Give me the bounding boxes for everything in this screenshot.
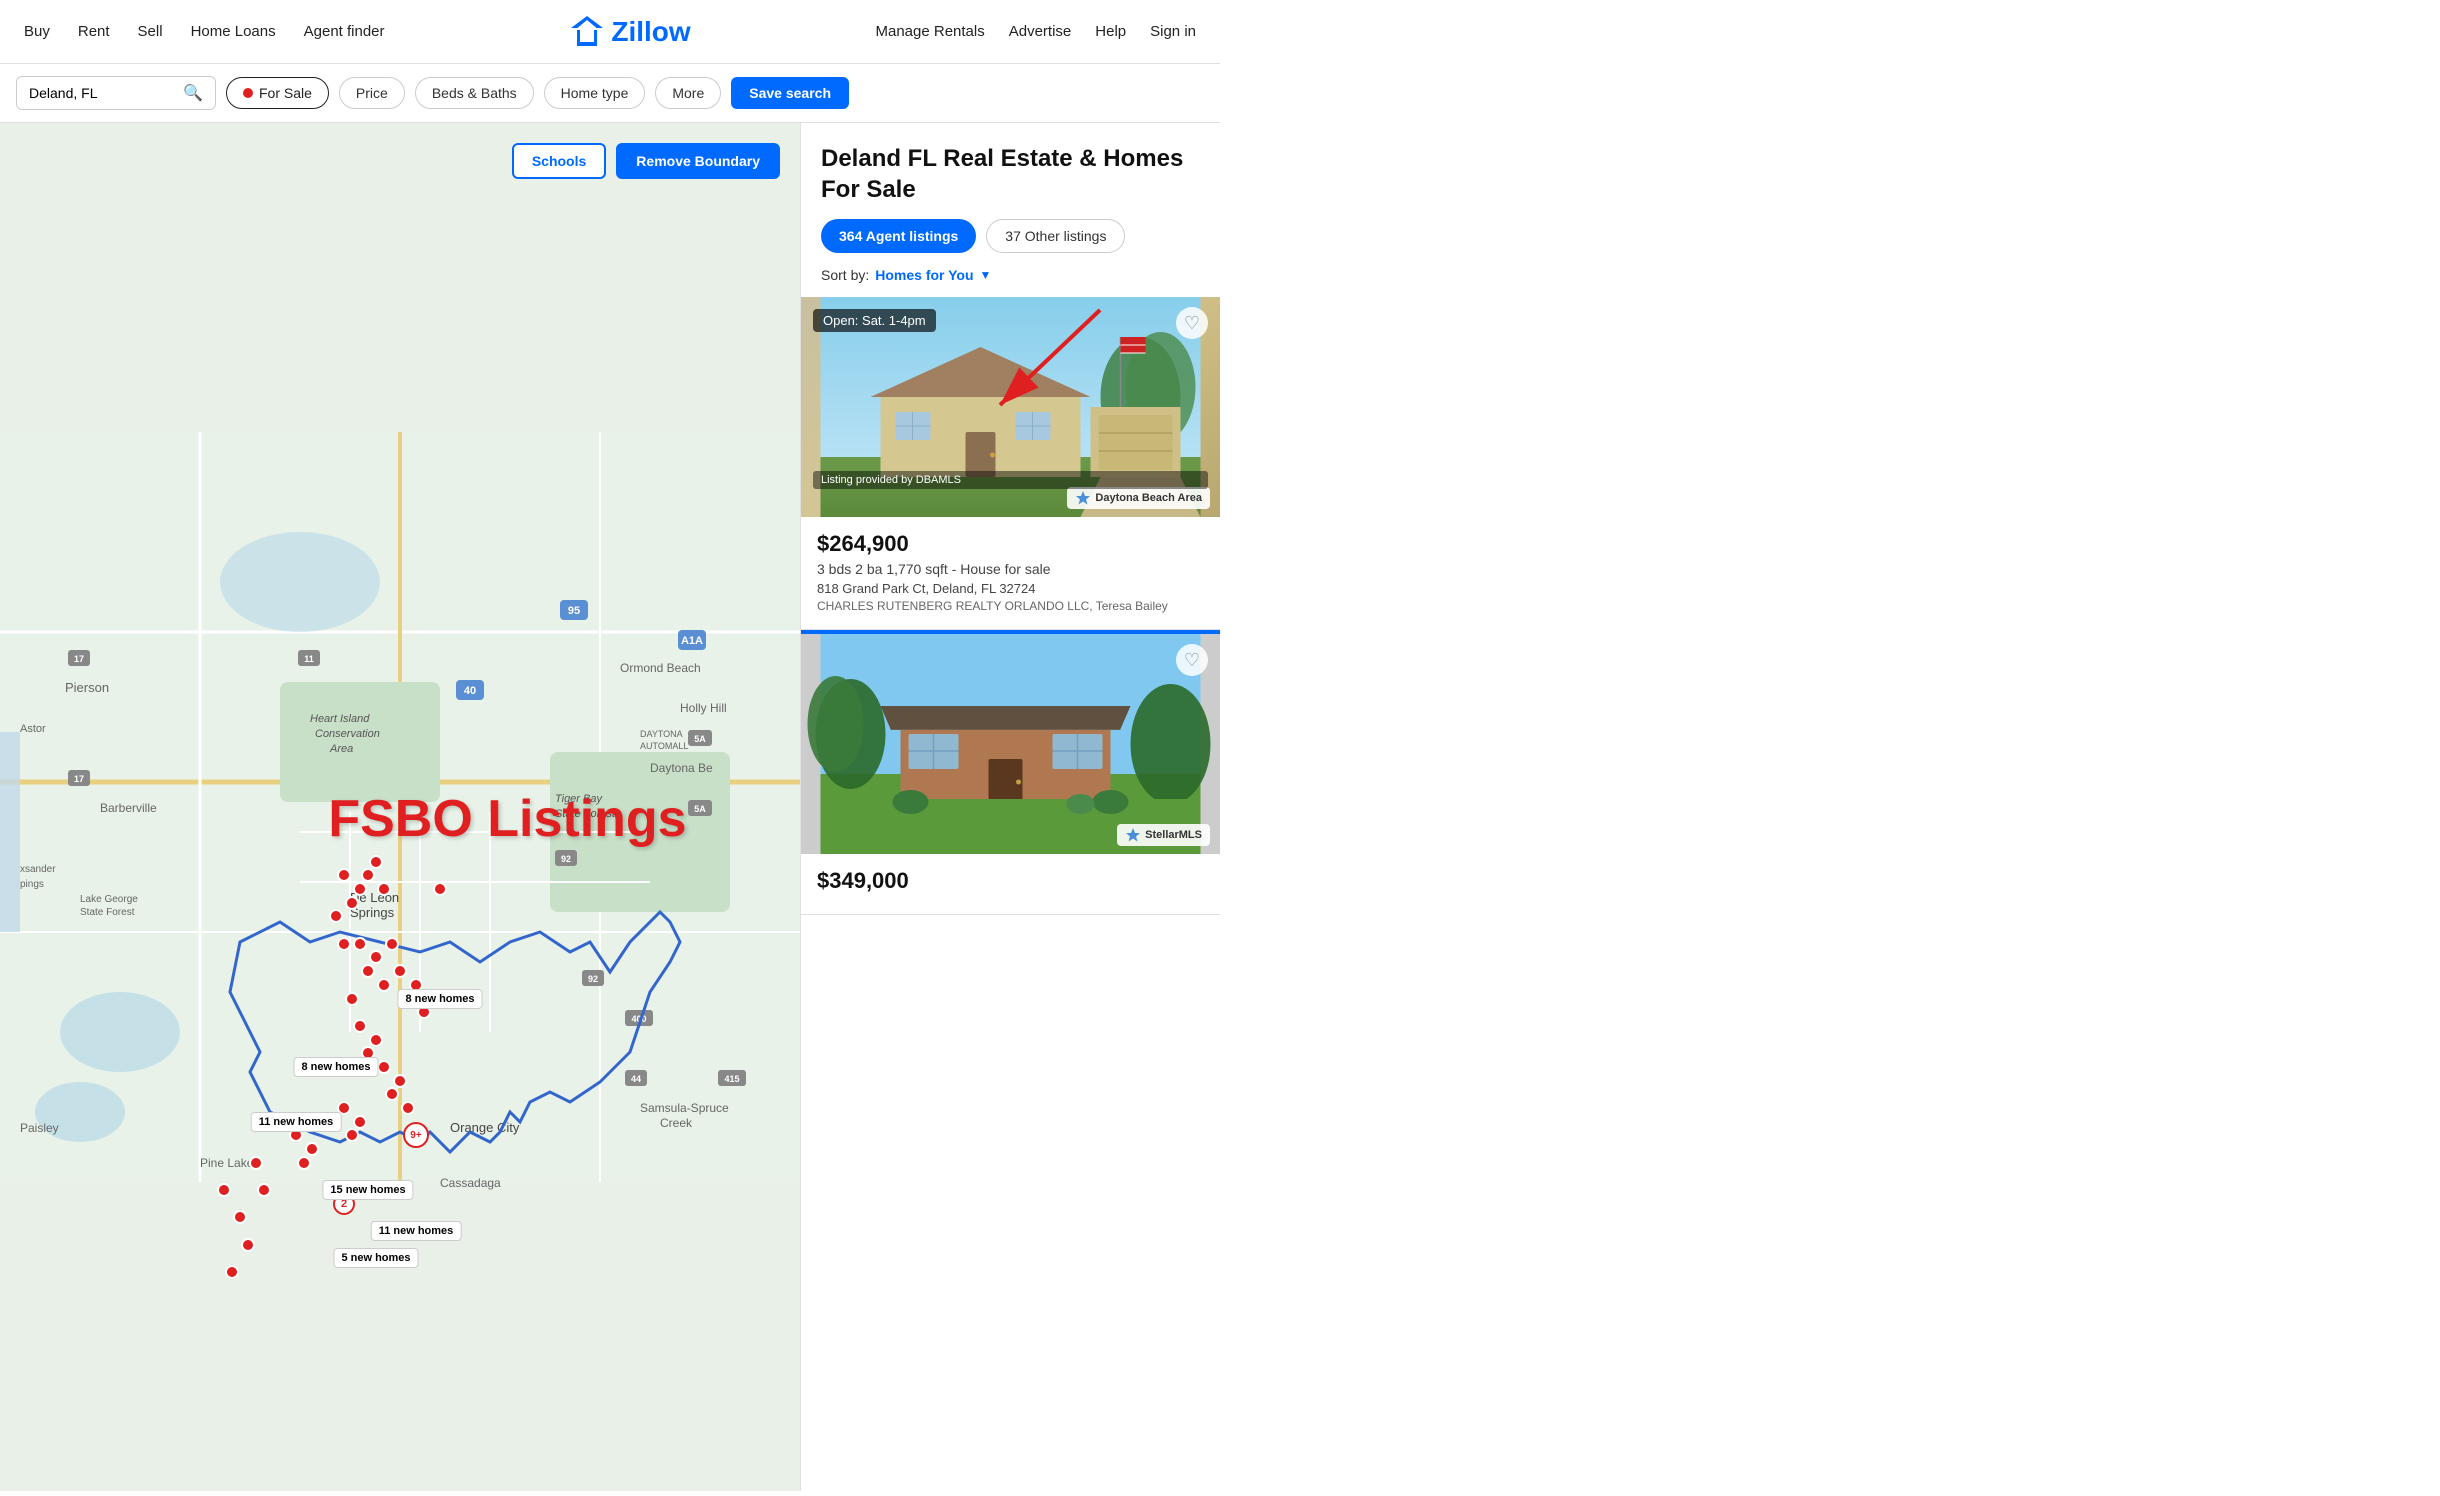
listing-card-1: Open: Sat. 1-4pm ♡ Daytona Beach Area Li… bbox=[801, 297, 1220, 630]
mls-logo-icon-2 bbox=[1125, 827, 1141, 843]
more-button[interactable]: More bbox=[655, 77, 721, 109]
schools-button[interactable]: Schools bbox=[512, 143, 606, 179]
mls-name-2: StellarMLS bbox=[1145, 829, 1202, 841]
baths-1: 2 bbox=[855, 561, 863, 577]
remove-boundary-button[interactable]: Remove Boundary bbox=[616, 143, 780, 179]
beds-1: 3 bbox=[817, 561, 825, 577]
search-input[interactable] bbox=[29, 85, 175, 101]
nav-buy[interactable]: Buy bbox=[24, 23, 50, 40]
search-box[interactable]: 🔍 bbox=[16, 76, 216, 110]
main-content: 95 40 A1A Pierson Astor Barberville Hear… bbox=[0, 123, 1220, 1491]
card-body-1: $264,900 3 bds 2 ba 1,770 sqft - House f… bbox=[801, 517, 1220, 629]
card-agent-1: CHARLES RUTENBERG REALTY ORLANDO LLC, Te… bbox=[817, 599, 1204, 613]
mls-name-1: Daytona Beach Area bbox=[1095, 492, 1202, 504]
nav-rent[interactable]: Rent bbox=[78, 23, 110, 40]
top-nav: Buy Rent Sell Home Loans Agent finder Zi… bbox=[0, 0, 1220, 64]
map-label-11new1[interactable]: 11 new homes bbox=[251, 1112, 342, 1132]
nav-help[interactable]: Help bbox=[1095, 23, 1126, 40]
nav-right: Manage Rentals Advertise Help Sign in bbox=[876, 23, 1197, 40]
zillow-logo-icon bbox=[569, 14, 605, 50]
for-sale-button[interactable]: For Sale bbox=[226, 77, 329, 109]
sqft-1: 1,770 bbox=[886, 561, 921, 577]
nav-logo[interactable]: Zillow bbox=[569, 14, 690, 50]
save-search-button[interactable]: Save search bbox=[731, 77, 849, 109]
map-label-8new1[interactable]: 8 new homes bbox=[397, 989, 482, 1009]
card-address-1: 818 Grand Park Ct, Deland, FL 32724 bbox=[817, 581, 1204, 596]
sale-dot-icon bbox=[243, 88, 253, 98]
listing-tabs: 364 Agent listings 37 Other listings bbox=[821, 219, 1200, 253]
agent-count: 364 bbox=[839, 228, 866, 244]
card-image-1[interactable]: Open: Sat. 1-4pm ♡ Daytona Beach Area Li… bbox=[801, 297, 1220, 517]
mls-logo-1: Daytona Beach Area bbox=[1067, 487, 1210, 509]
card-image-2[interactable]: ♡ StellarMLS bbox=[801, 634, 1220, 854]
listing-card-2: ♡ StellarMLS $349,000 bbox=[801, 634, 1220, 915]
price-button[interactable]: Price bbox=[339, 77, 405, 109]
mls-logo-icon-1 bbox=[1075, 490, 1091, 506]
card-price-1: $264,900 bbox=[817, 531, 1204, 557]
zillow-logo-text: Zillow bbox=[611, 16, 690, 48]
other-listings-tab[interactable]: 37 Other listings bbox=[986, 219, 1125, 253]
card-img-house-2 bbox=[801, 634, 1220, 854]
nav-advertise[interactable]: Advertise bbox=[1009, 23, 1072, 40]
filter-bar: 🔍 For Sale Price Beds & Baths Home type … bbox=[0, 64, 1220, 123]
agent-listings-tab[interactable]: 364 Agent listings bbox=[821, 219, 976, 253]
cluster-badge-9[interactable]: 9+ bbox=[403, 1122, 429, 1148]
map-pins: 2 9+ bbox=[0, 123, 800, 1491]
sort-row: Sort by: Homes for You ▼ bbox=[821, 267, 1200, 283]
nav-home-loans[interactable]: Home Loans bbox=[191, 23, 276, 40]
card-price-2: $349,000 bbox=[817, 868, 1204, 894]
nav-manage-rentals[interactable]: Manage Rentals bbox=[876, 23, 985, 40]
map-label-5new[interactable]: 5 new homes bbox=[333, 1248, 418, 1268]
map-overlay-buttons: Schools Remove Boundary bbox=[512, 143, 780, 179]
house-svg-2 bbox=[801, 634, 1220, 854]
map-container: 95 40 A1A Pierson Astor Barberville Hear… bbox=[0, 123, 800, 1491]
open-house-badge-1: Open: Sat. 1-4pm bbox=[813, 309, 936, 332]
map-label-8new2[interactable]: 8 new homes bbox=[293, 1057, 378, 1077]
chevron-down-icon: ▼ bbox=[980, 268, 992, 282]
sidebar: Deland FL Real Estate & Homes For Sale 3… bbox=[800, 123, 1220, 1491]
nav-sell[interactable]: Sell bbox=[138, 23, 163, 40]
search-icon: 🔍 bbox=[183, 83, 203, 103]
sort-label: Sort by: bbox=[821, 267, 869, 283]
sidebar-header: Deland FL Real Estate & Homes For Sale 3… bbox=[801, 123, 1220, 297]
beds-baths-button[interactable]: Beds & Baths bbox=[415, 77, 534, 109]
type-1: House for sale bbox=[960, 561, 1050, 577]
sort-value[interactable]: Homes for You bbox=[875, 267, 973, 283]
nav-left: Buy Rent Sell Home Loans Agent finder bbox=[24, 23, 385, 40]
sidebar-title: Deland FL Real Estate & Homes For Sale bbox=[821, 143, 1200, 205]
for-sale-label: For Sale bbox=[259, 85, 312, 101]
nav-sign-in[interactable]: Sign in bbox=[1150, 23, 1196, 40]
card-details-1: 3 bds 2 ba 1,770 sqft - House for sale bbox=[817, 561, 1204, 577]
mls-logo-2: StellarMLS bbox=[1117, 824, 1210, 846]
card-body-2: $349,000 bbox=[801, 854, 1220, 914]
nav-agent-finder[interactable]: Agent finder bbox=[304, 23, 385, 40]
mls-source-text-1: Listing provided by DBAMLS bbox=[813, 471, 1208, 489]
agent-tab-label: Agent listings bbox=[866, 228, 959, 244]
other-count: 37 bbox=[1005, 228, 1024, 244]
home-type-button[interactable]: Home type bbox=[544, 77, 646, 109]
other-tab-label: Other listings bbox=[1025, 228, 1107, 244]
map-label-11new2[interactable]: 11 new homes bbox=[371, 1221, 462, 1241]
map-label-15new[interactable]: 15 new homes bbox=[322, 1180, 413, 1200]
